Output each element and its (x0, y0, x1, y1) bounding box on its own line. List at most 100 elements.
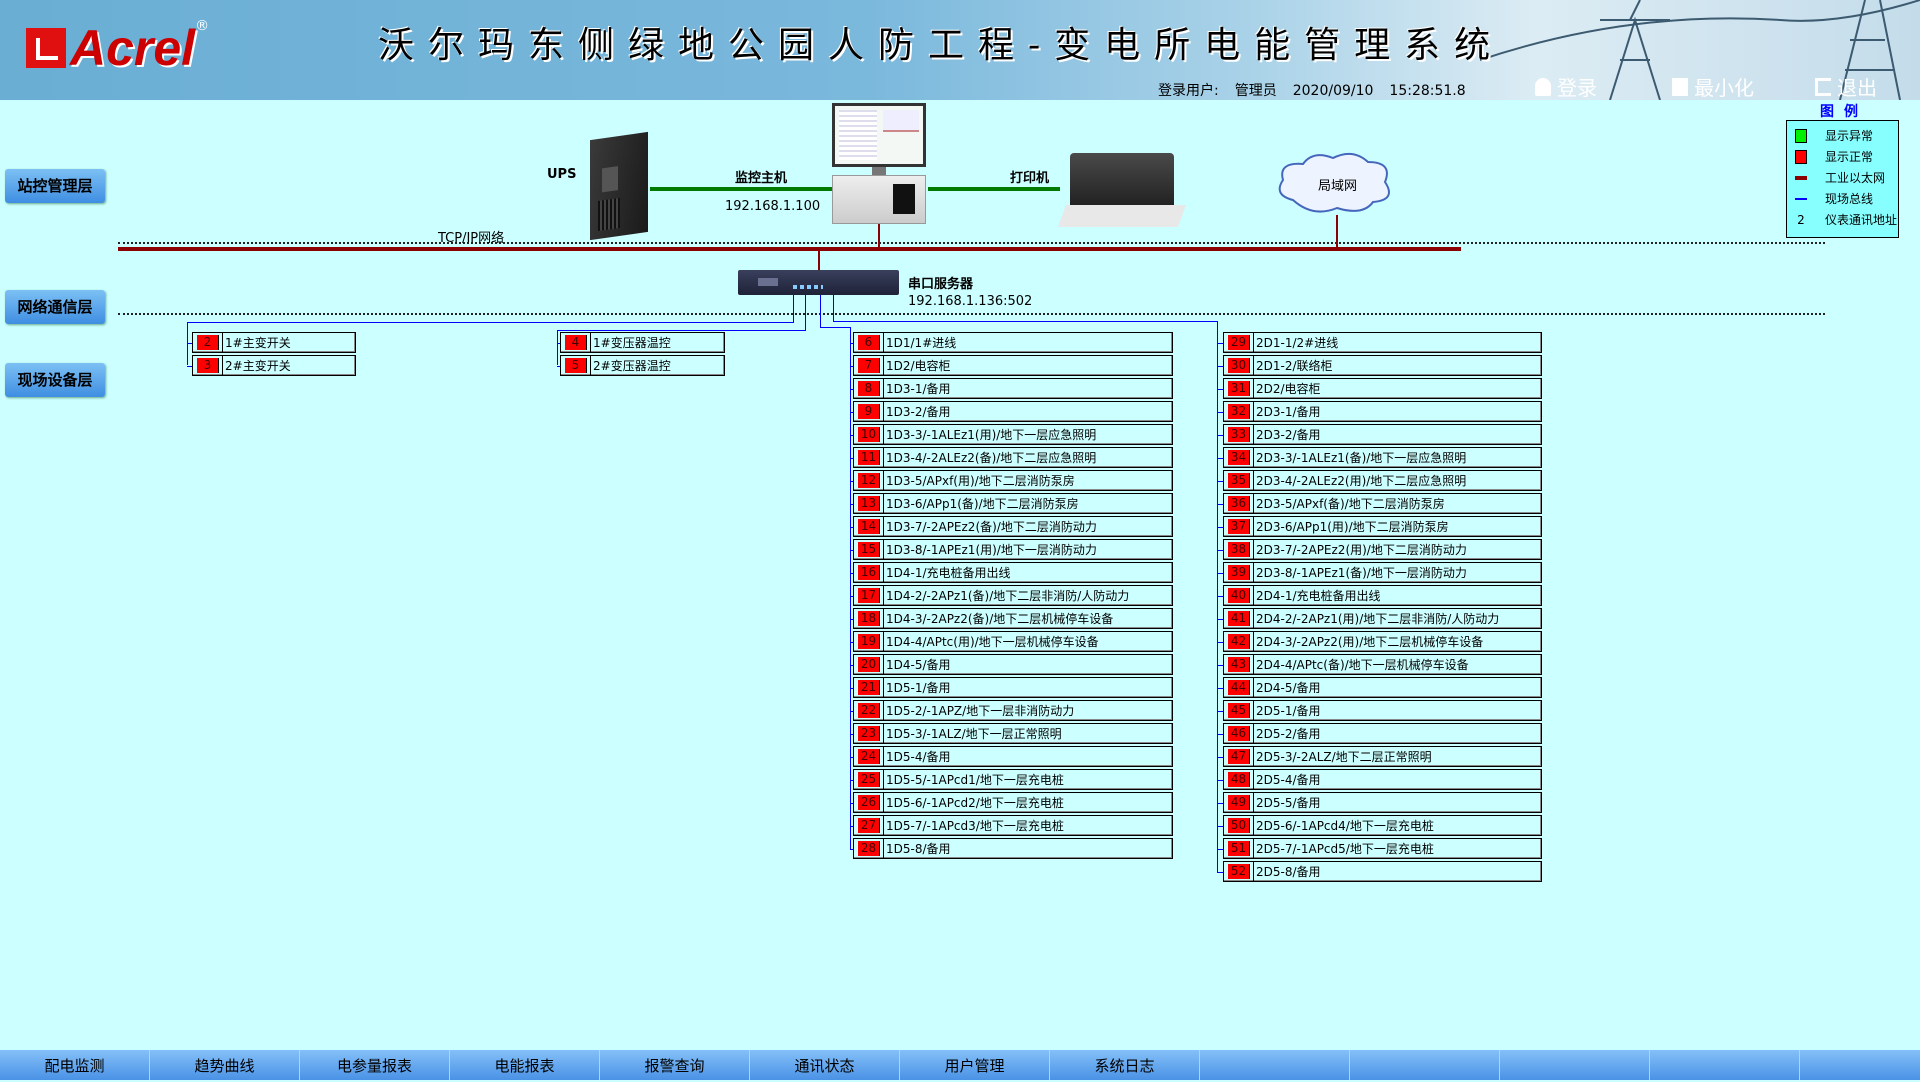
device-row[interactable]: 46 2D5-2/备用 (1223, 723, 1542, 744)
exit-label: 退出 (1837, 76, 1877, 100)
device-address: 12 (858, 473, 880, 488)
device-row[interactable]: 15 1D3-8/-1APEz1(用)/地下一层消防动力 (853, 539, 1173, 560)
device-row[interactable]: 23 1D5-3/-1ALZ/地下一层正常照明 (853, 723, 1173, 744)
device-row[interactable]: 19 1D4-4/APtc(用)/地下一层机械停车设备 (853, 631, 1173, 652)
host-label: 监控主机 (735, 171, 788, 186)
device-row[interactable]: 18 1D4-3/-2APz2(备)/地下二层机械停车设备 (853, 608, 1173, 629)
device-name: 1D3-6/APp1(备)/地下二层消防泵房 (883, 494, 1079, 513)
bus-tap (1217, 343, 1223, 344)
nav-tab[interactable] (1350, 1050, 1500, 1080)
device-row[interactable]: 48 2D5-4/备用 (1223, 769, 1542, 790)
device-row[interactable]: 35 2D3-4/-2ALEz2(用)/地下二层应急照明 (1223, 470, 1542, 491)
device-row[interactable]: 2 1#主变开关 (192, 332, 356, 353)
device-row[interactable]: 37 2D3-6/APp1(用)/地下二层消防泵房 (1223, 516, 1542, 537)
device-row[interactable]: 26 1D5-6/-1APcd2/地下一层充电桩 (853, 792, 1173, 813)
device-row[interactable]: 21 1D5-1/备用 (853, 677, 1173, 698)
bus-tap (557, 343, 560, 344)
device-address: 25 (858, 772, 880, 787)
device-row[interactable]: 27 1D5-7/-1APcd3/地下一层充电桩 (853, 815, 1173, 836)
bus-tap (850, 803, 853, 804)
device-row[interactable]: 17 1D4-2/-2APz1(备)/地下二层非消防/人防动力 (853, 585, 1173, 606)
device-row[interactable]: 33 2D3-2/备用 (1223, 424, 1542, 445)
ethernet-link (1336, 215, 1338, 249)
bus-tap (850, 734, 853, 735)
device-row[interactable]: 31 2D2/电容柜 (1223, 378, 1542, 399)
device-row[interactable]: 6 1D1/1#进线 (853, 332, 1173, 353)
device-row[interactable]: 3 2#主变开关 (192, 355, 356, 376)
device-row[interactable]: 36 2D3-5/APxf(备)/地下二层消防泵房 (1223, 493, 1542, 514)
nav-tab[interactable]: 电能报表 (450, 1050, 600, 1080)
device-row[interactable]: 11 1D3-4/-2ALEz2(备)/地下二层应急照明 (853, 447, 1173, 468)
serial-server-device[interactable] (738, 270, 899, 295)
device-row[interactable]: 38 2D3-7/-2APEz2(用)/地下二层消防动力 (1223, 539, 1542, 560)
device-row[interactable]: 47 2D5-3/-2ALZ/地下二层正常照明 (1223, 746, 1542, 767)
nav-tab[interactable] (1200, 1050, 1350, 1080)
device-name: 1D3-8/-1APEz1(用)/地下一层消防动力 (883, 540, 1097, 559)
minimize-label: 最小化 (1694, 76, 1754, 100)
device-row[interactable]: 12 1D3-5/APxf(用)/地下二层消防泵房 (853, 470, 1173, 491)
device-address: 15 (858, 542, 880, 557)
device-row[interactable]: 20 1D4-5/备用 (853, 654, 1173, 675)
device-row[interactable]: 43 2D4-4/APtc(备)/地下一层机械停车设备 (1223, 654, 1542, 675)
device-row[interactable]: 45 2D5-1/备用 (1223, 700, 1542, 721)
printer-device[interactable] (1057, 153, 1187, 227)
device-row[interactable]: 22 1D5-2/-1APZ/地下一层非消防动力 (853, 700, 1173, 721)
layer-field-devices: 现场设备层 (5, 363, 105, 397)
device-row[interactable]: 25 1D5-5/-1APcd1/地下一层充电桩 (853, 769, 1173, 790)
bus-tap (1217, 550, 1223, 551)
device-name: 2D5-3/-2ALZ/地下二层正常照明 (1253, 747, 1432, 766)
bus-tap (1217, 389, 1223, 390)
nav-tab[interactable]: 配电监测 (0, 1050, 150, 1080)
device-row[interactable]: 16 1D4-1/充电桩备用出线 (853, 562, 1173, 583)
device-row[interactable]: 51 2D5-7/-1APcd5/地下一层充电桩 (1223, 838, 1542, 859)
device-row[interactable]: 8 1D3-1/备用 (853, 378, 1173, 399)
device-row[interactable]: 49 2D5-5/备用 (1223, 792, 1542, 813)
device-row[interactable]: 41 2D4-2/-2APz1(用)/地下二层非消防/人防动力 (1223, 608, 1542, 629)
device-row[interactable]: 10 1D3-3/-1ALEz1(用)/地下一层应急照明 (853, 424, 1173, 445)
nav-tab[interactable]: 用户管理 (900, 1050, 1050, 1080)
device-row[interactable]: 39 2D3-8/-1APEz1(备)/地下一层消防动力 (1223, 562, 1542, 583)
device-address: 5 (565, 358, 587, 373)
device-row[interactable]: 40 2D4-1/充电桩备用出线 (1223, 585, 1542, 606)
device-address: 24 (858, 749, 880, 764)
login-button[interactable]: 登录 (1535, 72, 1597, 100)
monitor-screen (832, 103, 926, 167)
nav-tab[interactable]: 报警查询 (600, 1050, 750, 1080)
device-row[interactable]: 9 1D3-2/备用 (853, 401, 1173, 422)
device-row[interactable]: 14 1D3-7/-2APEz2(备)/地下二层消防动力 (853, 516, 1173, 537)
minimize-button[interactable]: 最小化 (1672, 72, 1754, 100)
device-row[interactable]: 28 1D5-8/备用 (853, 838, 1173, 859)
bus-tap (1217, 527, 1223, 528)
device-row[interactable]: 34 2D3-3/-1ALEz1(备)/地下一层应急照明 (1223, 447, 1542, 468)
device-row[interactable]: 24 1D5-4/备用 (853, 746, 1173, 767)
device-row[interactable]: 4 1#变压器温控 (560, 332, 725, 353)
device-name: 2D3-6/APp1(用)/地下二层消防泵房 (1253, 517, 1449, 536)
nav-tab[interactable] (1650, 1050, 1800, 1080)
nav-tab[interactable] (1500, 1050, 1650, 1080)
device-row[interactable]: 13 1D3-6/APp1(备)/地下二层消防泵房 (853, 493, 1173, 514)
layer-divider (118, 242, 1825, 244)
ups-device[interactable] (590, 131, 648, 241)
monitor-host[interactable] (830, 103, 928, 224)
nav-tab[interactable]: 系统日志 (1050, 1050, 1200, 1080)
device-row[interactable]: 29 2D1-1/2#进线 (1223, 332, 1542, 353)
device-row[interactable]: 30 2D1-2/联络柜 (1223, 355, 1542, 376)
device-name: 2D2/电容柜 (1253, 379, 1321, 398)
nav-tab[interactable]: 趋势曲线 (150, 1050, 300, 1080)
login-user-label: 登录用户: (1158, 83, 1219, 99)
device-address: 22 (858, 703, 880, 718)
device-row[interactable]: 44 2D4-5/备用 (1223, 677, 1542, 698)
device-row[interactable]: 50 2D5-6/-1APcd4/地下一层充电桩 (1223, 815, 1542, 836)
nav-tab[interactable] (1800, 1050, 1920, 1080)
device-row[interactable]: 5 2#变压器温控 (560, 355, 725, 376)
device-name: 2D3-5/APxf(备)/地下二层消防泵房 (1253, 494, 1445, 513)
exit-button[interactable]: 退出 (1815, 72, 1877, 100)
device-row[interactable]: 52 2D5-8/备用 (1223, 861, 1542, 882)
nav-tab[interactable]: 电参量报表 (300, 1050, 450, 1080)
device-row[interactable]: 42 2D4-3/-2APz2(用)/地下二层机械停车设备 (1223, 631, 1542, 652)
device-row[interactable]: 32 2D3-1/备用 (1223, 401, 1542, 422)
device-name: 2D1-2/联络柜 (1253, 356, 1333, 375)
bus-tap (1217, 711, 1223, 712)
device-row[interactable]: 7 1D2/电容柜 (853, 355, 1173, 376)
nav-tab[interactable]: 通讯状态 (750, 1050, 900, 1080)
